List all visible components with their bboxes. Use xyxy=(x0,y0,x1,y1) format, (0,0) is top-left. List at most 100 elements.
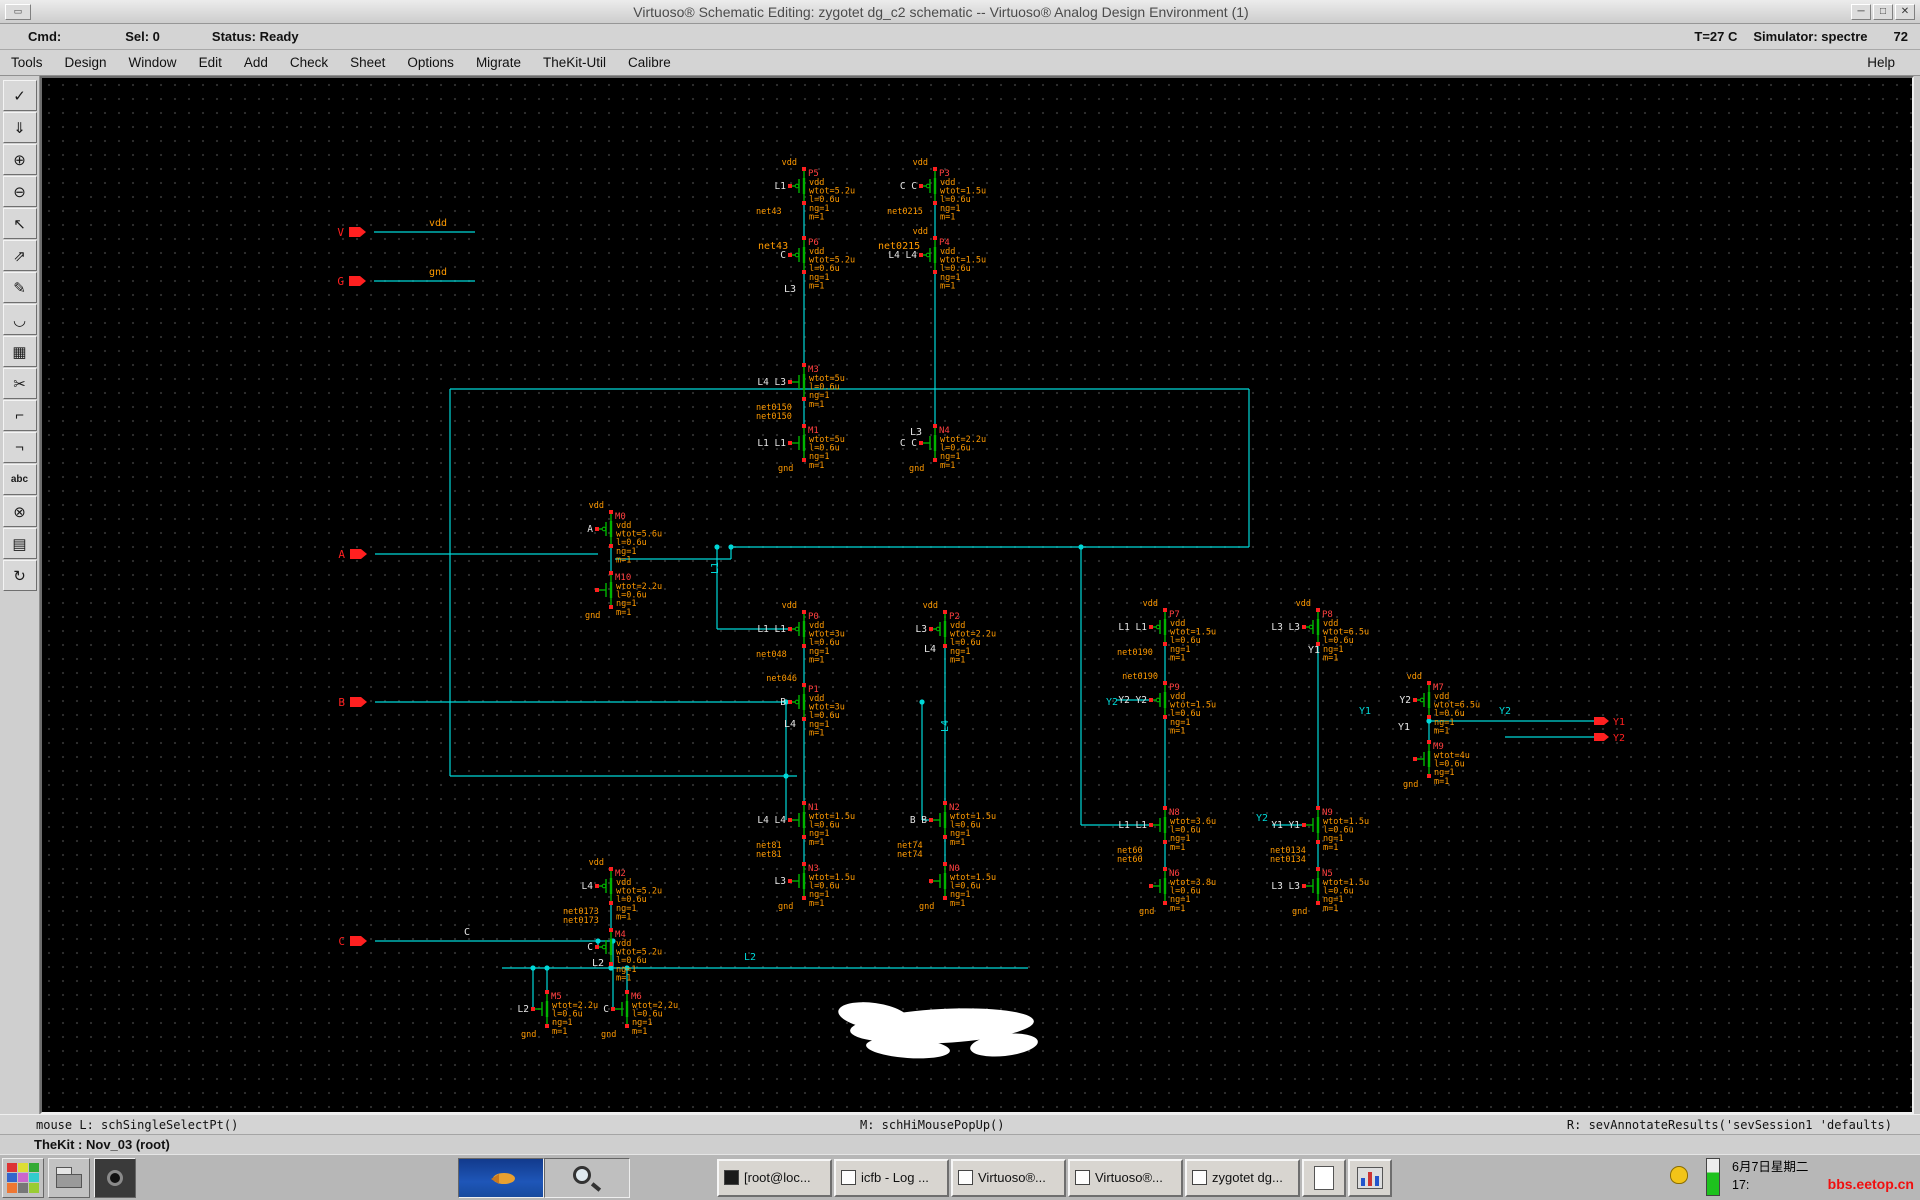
area-select-button[interactable]: ▦ xyxy=(3,336,37,367)
transistor-M2[interactable]: M2vddwtot=5.2ul=0.6ung=1m=1L4vddnet0173n… xyxy=(563,858,662,926)
task-button-2[interactable]: Virtuoso®... xyxy=(951,1159,1066,1197)
zoom-out-button[interactable]: ⊖ xyxy=(3,176,37,207)
net-label: L2 xyxy=(592,958,604,969)
pin-c[interactable]: C xyxy=(338,935,367,948)
tap-button[interactable]: ✂ xyxy=(3,368,37,399)
net-label: L1 xyxy=(710,562,721,574)
camera-button[interactable] xyxy=(94,1158,136,1198)
zoom-in-button[interactable]: ⊕ xyxy=(3,144,37,175)
delete-button[interactable]: ⊗ xyxy=(3,496,37,527)
task-label: [root@loc... xyxy=(744,1170,811,1185)
task-button-3[interactable]: Virtuoso®... xyxy=(1068,1159,1183,1197)
transistor-N1[interactable]: N1wtot=1.5ul=0.6ung=1m=1L4 L4net81net81 xyxy=(756,801,855,860)
pin-b[interactable]: B xyxy=(338,696,367,709)
transistor-P4[interactable]: P4vddwtot=1.5ul=0.6ung=1m=1L4 L4vdd xyxy=(888,227,986,291)
check-save-button[interactable]: ✓ xyxy=(3,80,37,111)
arc-button[interactable]: ◡ xyxy=(3,304,37,335)
task-button-4[interactable]: zygotet dg... xyxy=(1185,1159,1300,1197)
transistor-P9[interactable]: P9vddwtot=1.5ul=0.6ung=1m=1Y2 Y2net0190 xyxy=(1118,672,1216,736)
transistor-N5[interactable]: N5wtot=1.5ul=0.6ung=1m=1L3 L3gnd xyxy=(1271,867,1369,917)
terminal-square xyxy=(1427,681,1431,685)
menu-add[interactable]: Add xyxy=(233,52,279,73)
device-param: m=1 xyxy=(940,461,955,471)
terminal-square xyxy=(929,627,933,631)
device-param: m=1 xyxy=(809,461,824,471)
transistor-M3[interactable]: M3wtot=5ul=0.6ung=1m=1L4 L3net0150net015… xyxy=(756,363,845,422)
terminal-square xyxy=(1163,840,1167,844)
menu-thekit-util[interactable]: TheKit-Util xyxy=(532,52,617,73)
transistor-M5[interactable]: M5wtot=2.2ul=0.6ung=1m=1L2gnd xyxy=(518,990,599,1040)
menu-sheet[interactable]: Sheet xyxy=(339,52,396,73)
transistor-M7[interactable]: M7vddwtot=6.5ul=0.6ung=1m=1Y2vdd xyxy=(1400,672,1481,736)
schematic-canvas[interactable]: P5vddwtot=5.2ul=0.6ung=1m=1L1vddnet43 P3v… xyxy=(40,76,1914,1114)
task-button-1[interactable]: icfb - Log ... xyxy=(834,1159,949,1197)
menu-design[interactable]: Design xyxy=(54,52,118,73)
transistor-P0[interactable]: P0vddwtot=3ul=0.6ung=1m=1L1 L1vddnet048 xyxy=(756,601,845,665)
terminal-square xyxy=(802,167,806,171)
menu-help[interactable]: Help xyxy=(1856,52,1906,73)
menu-tools[interactable]: Tools xyxy=(0,52,54,73)
transistor-P2[interactable]: P2vddwtot=2.2ul=0.6ung=1m=1L3vdd xyxy=(916,601,997,665)
wire-button[interactable]: ✎ xyxy=(3,272,37,303)
transistor-M0[interactable]: M0vddwtot=5.6ul=0.6ung=1m=1Avdd xyxy=(587,501,662,565)
close-button[interactable]: ✕ xyxy=(1895,4,1915,20)
copy-button[interactable]: ⇗ xyxy=(3,240,37,271)
pin-y1[interactable]: Y1 xyxy=(1594,717,1625,728)
wire-icon: ✎ xyxy=(13,279,26,297)
terminal-square xyxy=(611,1007,615,1011)
terminal-square xyxy=(802,801,806,805)
terminal-square xyxy=(625,1024,629,1028)
transistor-P5[interactable]: P5vddwtot=5.2ul=0.6ung=1m=1L1vddnet43 xyxy=(756,158,855,222)
system-monitor-gauge[interactable] xyxy=(1706,1158,1720,1196)
pin-g[interactable]: G xyxy=(337,275,366,288)
menu-migrate[interactable]: Migrate xyxy=(465,52,532,73)
redraw-button[interactable]: ↻ xyxy=(3,560,37,591)
pin-a[interactable]: A xyxy=(338,548,367,561)
save-button[interactable]: ⇓ xyxy=(3,112,37,143)
device-param: m=1 xyxy=(1170,726,1185,736)
maximize-button[interactable]: □ xyxy=(1873,4,1893,20)
transistor-M4[interactable]: M4vddwtot=5.2ul=0.6ung=1m=1C xyxy=(587,928,662,983)
transistor-N6[interactable]: N6wtot=3.8ul=0.6ung=1m=1gnd xyxy=(1139,867,1216,917)
transistor-N9[interactable]: N9wtot=1.5ul=0.6ung=1m=1Y1 Y1net0134net0… xyxy=(1270,806,1369,865)
pin-arrow-icon xyxy=(1594,717,1609,725)
transistor-P8[interactable]: P8vddwtot=6.5ul=0.6ung=1m=1L3 L3vdd xyxy=(1271,599,1369,663)
menu-window[interactable]: Window xyxy=(118,52,188,73)
transistor-P3[interactable]: P3vddwtot=1.5ul=0.6ung=1m=1C Cvddnet0215 xyxy=(887,158,986,222)
transistor-M10[interactable]: M10wtot=2.2ul=0.6ung=1m=1gnd xyxy=(585,571,662,621)
label-button[interactable]: abc xyxy=(3,464,37,495)
transistor-N2[interactable]: N2wtot=1.5ul=0.6ung=1m=1B Bnet74net74 xyxy=(897,801,996,860)
transistor-M9[interactable]: M9wtot=4ul=0.6ung=1m=1gnd xyxy=(1403,740,1470,790)
window-titlebar[interactable]: ▭ Virtuoso® Schematic Editing: zygotet d… xyxy=(0,0,1920,24)
select-button[interactable]: ↖ xyxy=(3,208,37,239)
bell-icon[interactable] xyxy=(1670,1166,1688,1184)
terminal-square xyxy=(919,253,923,257)
menu-calibre[interactable]: Calibre xyxy=(617,52,682,73)
pin-arrow-icon xyxy=(350,936,367,946)
pin-v[interactable]: V xyxy=(337,226,366,239)
window-menu-button[interactable]: ▭ xyxy=(5,4,31,20)
pin-y2[interactable]: Y2 xyxy=(1594,733,1625,744)
device-top-label: vdd xyxy=(913,158,928,168)
transistor-N8[interactable]: N8wtot=3.6ul=0.6ung=1m=1L1 L1net60net60 xyxy=(1117,806,1216,865)
blank-window-button[interactable] xyxy=(1302,1159,1346,1197)
transistor-P1[interactable]: P1vddwtot=3ul=0.6ung=1m=1Bnet046 xyxy=(766,674,845,738)
menu-edit[interactable]: Edit xyxy=(188,52,233,73)
route-up-button[interactable]: ⌐ xyxy=(3,400,37,431)
transistor-N0[interactable]: N0wtot=1.5ul=0.6ung=1m=1gnd xyxy=(919,862,996,912)
fishtank-applet[interactable] xyxy=(458,1158,544,1198)
menu-check[interactable]: Check xyxy=(279,52,339,73)
route-down-button[interactable]: ¬ xyxy=(3,432,37,463)
magnifier-applet[interactable] xyxy=(544,1158,630,1198)
menu-options[interactable]: Options xyxy=(396,52,465,73)
main-menu-button[interactable] xyxy=(2,1158,44,1198)
printer-button[interactable] xyxy=(48,1158,90,1198)
minimize-button[interactable]: ─ xyxy=(1851,4,1871,20)
property-button[interactable]: ▤ xyxy=(3,528,37,559)
task-button-0[interactable]: [root@loc... xyxy=(717,1159,832,1197)
transistor-N3[interactable]: N3wtot=1.5ul=0.6ung=1m=1L3gnd xyxy=(775,862,856,912)
terminal-square xyxy=(1427,715,1431,719)
transistor-P7[interactable]: P7vddwtot=1.5ul=0.6ung=1m=1L1 L1vddnet01… xyxy=(1117,599,1216,663)
transistor-M1[interactable]: M1wtot=5ul=0.6ung=1m=1L1 L1gnd xyxy=(757,424,844,474)
plot-window-button[interactable] xyxy=(1348,1159,1392,1197)
